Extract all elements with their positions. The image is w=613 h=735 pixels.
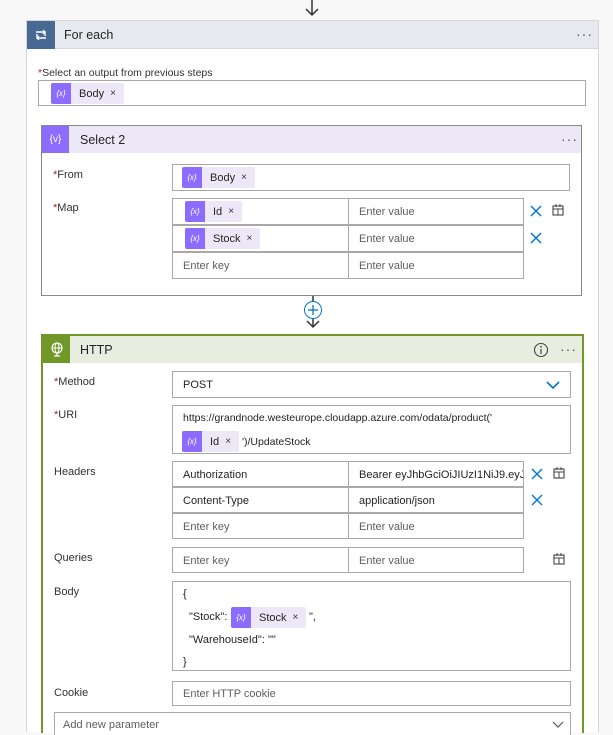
cookie-field[interactable]: Enter HTTP cookie bbox=[172, 681, 571, 706]
map-value-field[interactable]: Enter value bbox=[348, 198, 524, 225]
remove-token-icon[interactable]: × bbox=[228, 206, 234, 217]
expression-icon: {x} bbox=[182, 167, 202, 188]
header-value-field[interactable]: Enter value bbox=[348, 513, 524, 539]
cookie-label: Cookie bbox=[54, 687, 89, 699]
expression-icon: {x} bbox=[231, 607, 251, 628]
add-step-icon[interactable] bbox=[303, 300, 323, 320]
header-key-field[interactable]: Authorization bbox=[172, 461, 349, 487]
http-header[interactable]: HTTP ··· bbox=[43, 336, 582, 363]
select-action-icon: {v} bbox=[42, 126, 69, 153]
body-token: {x} Body × bbox=[51, 83, 124, 104]
output-label: *Select an output from previous steps bbox=[38, 67, 213, 79]
from-field[interactable]: {x} Body × bbox=[172, 164, 570, 191]
method-label: *Method bbox=[54, 376, 95, 388]
globe-icon bbox=[43, 336, 70, 363]
header-value-field[interactable]: application/json bbox=[348, 487, 524, 513]
remove-token-icon[interactable]: × bbox=[110, 88, 116, 99]
delete-row-icon[interactable] bbox=[528, 203, 544, 219]
chevron-down-icon[interactable] bbox=[551, 719, 565, 731]
header-value-field[interactable]: Bearer eyJhbGciOiJIUzI1NiJ9.eyJ1c2VySWQi… bbox=[348, 461, 524, 487]
delete-row-icon[interactable] bbox=[529, 466, 545, 482]
uri-label: *URI bbox=[54, 409, 78, 421]
queries-label: Queries bbox=[54, 552, 93, 564]
remove-token-icon[interactable]: × bbox=[225, 436, 231, 447]
map-value-field[interactable]: Enter value bbox=[348, 225, 524, 252]
headers-label: Headers bbox=[54, 466, 96, 478]
from-body-token: {x} Body × bbox=[182, 167, 255, 188]
id-token: {x} Id × bbox=[185, 201, 243, 222]
header-key-field[interactable]: Enter key bbox=[172, 513, 349, 539]
expression-icon: {x} bbox=[185, 228, 205, 249]
expression-icon: {x} bbox=[185, 201, 205, 222]
connector-arrow-down-icon bbox=[305, 0, 319, 17]
select-card: {v} Select 2 ··· *From {x} Body × *Map {… bbox=[41, 125, 582, 296]
switch-to-text-icon[interactable] bbox=[550, 202, 566, 218]
http-title: HTTP bbox=[80, 343, 113, 357]
loop-icon bbox=[27, 21, 55, 49]
body-stock-token: {x} Stock × bbox=[231, 607, 307, 628]
query-key-field[interactable]: Enter key bbox=[172, 547, 349, 573]
http-menu-icon[interactable]: ··· bbox=[560, 341, 577, 357]
expression-icon: {x} bbox=[182, 431, 202, 452]
foreach-header[interactable]: For each ··· bbox=[27, 21, 598, 49]
method-dropdown[interactable]: POST bbox=[172, 371, 571, 398]
output-field[interactable]: {x} Body × bbox=[38, 80, 586, 106]
body-label: Body bbox=[54, 586, 80, 598]
remove-token-icon[interactable]: × bbox=[241, 172, 247, 183]
stock-token: {x} Stock × bbox=[185, 228, 261, 249]
delete-row-icon[interactable] bbox=[529, 492, 545, 508]
query-value-field[interactable]: Enter value bbox=[348, 547, 524, 573]
foreach-card: For each ··· *Select an output from prev… bbox=[26, 20, 599, 735]
uri-id-token: {x} Id × bbox=[182, 431, 240, 452]
from-label: *From bbox=[53, 169, 83, 181]
map-key-field[interactable]: {x} Stock × bbox=[172, 225, 349, 252]
select-menu-icon[interactable]: ··· bbox=[561, 131, 578, 147]
chevron-down-icon[interactable] bbox=[545, 378, 561, 392]
switch-to-text-icon[interactable] bbox=[551, 465, 567, 481]
map-key-field[interactable]: Enter key bbox=[172, 252, 349, 279]
remove-token-icon[interactable]: × bbox=[293, 612, 299, 623]
delete-row-icon[interactable] bbox=[528, 230, 544, 246]
switch-to-text-icon[interactable] bbox=[551, 551, 567, 567]
map-label: *Map bbox=[53, 202, 79, 214]
foreach-menu-icon[interactable]: ··· bbox=[576, 26, 593, 42]
foreach-title: For each bbox=[64, 28, 114, 42]
select-header[interactable]: {v} Select 2 ··· bbox=[42, 126, 581, 153]
info-icon[interactable] bbox=[533, 342, 549, 358]
header-key-field[interactable]: Content-Type bbox=[172, 487, 349, 513]
map-key-field[interactable]: {x} Id × bbox=[172, 198, 349, 225]
remove-token-icon[interactable]: × bbox=[247, 233, 253, 244]
body-editor[interactable]: { "Stock": " {x} Stock × ", "WarehouseId… bbox=[172, 581, 571, 671]
uri-field[interactable]: https://grandnode.westeurope.cloudapp.az… bbox=[172, 405, 571, 454]
expression-icon: {x} bbox=[51, 83, 71, 104]
select-title: Select 2 bbox=[80, 133, 126, 147]
http-card: HTTP ··· *Method POST *URI https://grand… bbox=[41, 334, 584, 735]
map-value-field[interactable]: Enter value bbox=[348, 252, 524, 279]
